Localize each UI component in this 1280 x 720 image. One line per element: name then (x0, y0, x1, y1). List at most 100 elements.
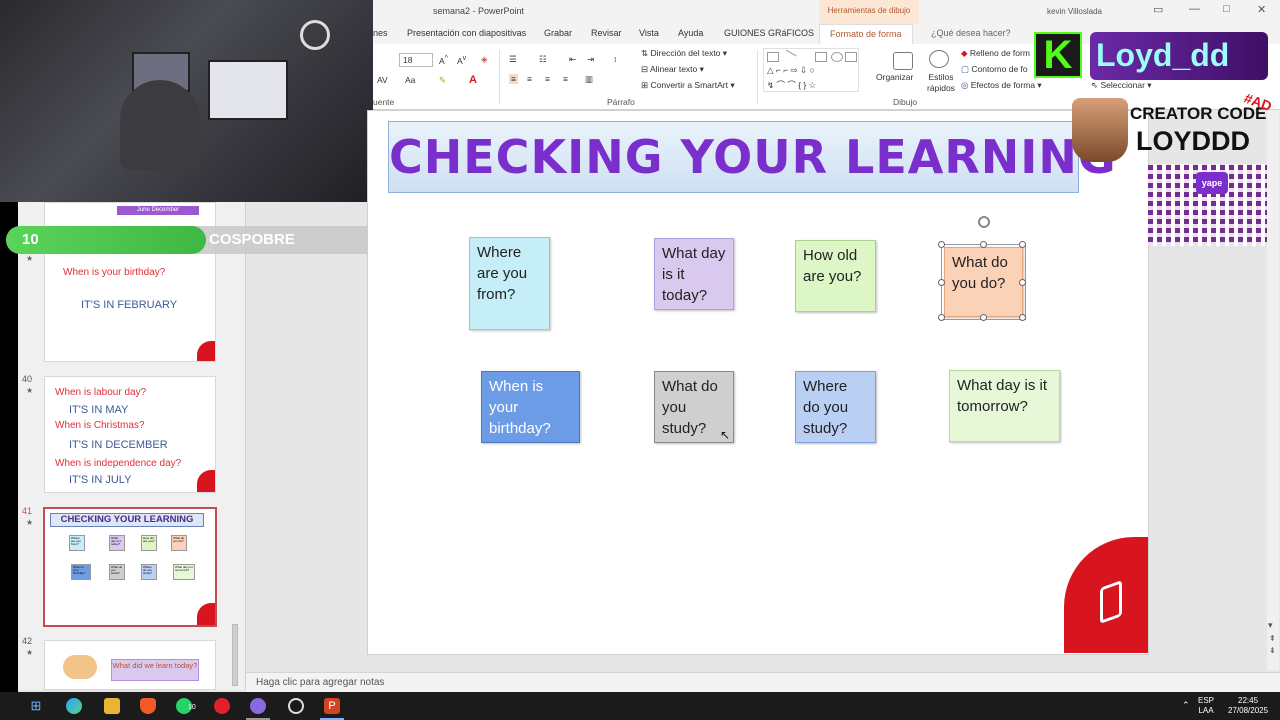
title-bar: semana2 - PowerPoint Herramientas de dib… (373, 0, 1280, 24)
question-box-what-day-tomorrow[interactable]: What day is it tomorrow? (949, 370, 1060, 442)
stream-level: 10 (22, 231, 39, 248)
user-name[interactable]: kevin Villoslada (1047, 7, 1102, 16)
question-box-what-day-today[interactable]: What day is it today? (654, 238, 734, 310)
creator-code-label: CREATOR CODE (1130, 104, 1267, 123)
resize-handle[interactable] (1019, 241, 1026, 248)
shrink-font-icon[interactable]: Av (457, 54, 466, 66)
tray-expand-icon[interactable]: ⌃ (1182, 700, 1190, 710)
clear-format-icon[interactable]: ◈ (481, 54, 488, 65)
thumb-box: When is your birthday? (71, 564, 91, 580)
resize-handle[interactable] (938, 314, 945, 321)
slide-number-41: 41 (22, 506, 33, 516)
discord-icon[interactable] (250, 698, 266, 714)
minimize-icon[interactable]: — (1189, 3, 1200, 15)
slide-thumbnail-42[interactable]: What did we learn today? (44, 640, 216, 690)
font-size-box[interactable]: 18 (399, 53, 433, 67)
file-explorer-icon[interactable] (104, 698, 120, 714)
thumb-panel-scrollbar[interactable] (232, 624, 238, 686)
obs-icon[interactable] (288, 698, 304, 714)
question-box-where-study[interactable]: Where do you study? (795, 371, 876, 443)
columns-icon[interactable]: ▥ (585, 74, 593, 85)
webcam-person (120, 80, 200, 170)
tab-review[interactable]: Revisar (591, 28, 622, 38)
tab-storyboards[interactable]: GUIONES GRáFICOS (724, 28, 814, 38)
indent-icon[interactable]: ⇤ (569, 54, 576, 65)
ribbon-display-icon[interactable]: ▭ (1153, 3, 1163, 16)
windows-start-icon[interactable]: ⊞ (28, 698, 44, 714)
tell-me-search[interactable]: ¿Qué desea hacer? (931, 28, 1011, 38)
highlight-icon[interactable]: ✎ (439, 75, 446, 86)
resize-handle[interactable] (1019, 279, 1026, 286)
question-box-where-from[interactable]: Where are you from? (469, 237, 550, 330)
outdent-icon[interactable]: ⇥ (587, 54, 594, 65)
recording-app-icon[interactable] (214, 698, 230, 714)
notes-pane[interactable]: Haga clic para agregar notas (246, 672, 1280, 692)
clock[interactable]: 22:45 27/08/2025 (1228, 696, 1268, 716)
resize-handle[interactable] (938, 279, 945, 286)
thumb-text: IT'S IN JULY (69, 474, 132, 486)
change-case-icon[interactable]: Aa (405, 75, 415, 85)
tab-record[interactable]: Grabar (544, 28, 572, 38)
tab-view[interactable]: Vista (639, 28, 659, 38)
justify-icon[interactable]: ≡ (563, 74, 568, 84)
resize-handle[interactable] (980, 241, 987, 248)
arrange-button[interactable]: Organizar (876, 72, 913, 82)
qr-badge: yape (1196, 172, 1228, 194)
slide-number-42: 42 (22, 636, 33, 646)
tab-help[interactable]: Ayuda (678, 28, 703, 38)
thumb-title: What did we learn today? (111, 659, 199, 681)
scroll-down-icon[interactable]: ▾ (1268, 620, 1273, 631)
quick-styles-button[interactable]: Estilos rápidos (924, 72, 958, 94)
grow-font-icon[interactable]: A^ (439, 54, 448, 66)
tab-home-partial[interactable]: nes (373, 28, 388, 38)
resize-handle[interactable] (980, 314, 987, 321)
resize-handle[interactable] (938, 241, 945, 248)
slide-thumbnail-41[interactable]: CHECKING YOUR LEARNING Where are you fro… (43, 507, 217, 627)
align-right-icon[interactable]: ≡ (545, 74, 550, 84)
close-icon[interactable]: ✕ (1257, 3, 1266, 16)
numbering-icon[interactable]: ☷ (539, 54, 547, 65)
rotate-handle-icon[interactable] (978, 216, 990, 228)
question-box-how-old[interactable]: How old are you? (795, 240, 876, 312)
prev-slide-icon[interactable]: ⇞ (1269, 634, 1276, 643)
align-left-icon[interactable]: ≡ (509, 74, 518, 84)
powerpoint-icon[interactable]: P (324, 698, 340, 714)
line-spacing-icon[interactable]: ↕ (613, 54, 617, 64)
slide-title-banner[interactable]: CHECKING YOUR LEARNING (388, 121, 1116, 193)
slide-thumbnail-panel[interactable]: June December When is your birthday? IT'… (18, 202, 246, 690)
brave-icon[interactable] (140, 698, 156, 714)
maximize-icon[interactable]: □ (1223, 3, 1230, 15)
tab-slideshow[interactable]: Presentación con diapositivas (407, 28, 526, 38)
resize-handle[interactable] (1019, 314, 1026, 321)
text-direction-button[interactable]: ⇅ Dirección del texto ▾ (641, 48, 727, 59)
char-spacing-icon[interactable]: AV (377, 75, 388, 85)
slide-vertical-scrollbar[interactable]: ▾ ⇞ ⇟ (1267, 110, 1279, 670)
select-button[interactable]: ⇖ Seleccionar ▾ (1091, 80, 1152, 91)
creator-code-value: LOYDDD (1136, 126, 1250, 156)
thumb-kids-image (63, 655, 97, 679)
font-color-icon[interactable]: A (469, 74, 477, 86)
thumb-text: IT'S IN MAY (69, 404, 129, 416)
next-slide-icon[interactable]: ⇟ (1269, 646, 1276, 655)
tab-shape-format[interactable]: Formato de forma (819, 24, 913, 44)
bullets-icon[interactable]: ☰ (509, 54, 517, 65)
align-center-icon[interactable]: ≡ (527, 74, 532, 84)
edge-icon[interactable] (66, 698, 82, 714)
whatsapp-badge: 10 (188, 704, 196, 711)
shape-fill-button[interactable]: ◆ Relleno de form (961, 48, 1030, 59)
stream-level-name: COSPOBRE (209, 231, 295, 248)
shapes-gallery[interactable]: △ ⌐ ⌐ ⇨ ⇩ ○ ↯ ⌒ ⌒ { } ☆ (763, 48, 859, 92)
quick-styles-icon[interactable] (929, 50, 949, 68)
arrange-icon[interactable] (893, 52, 913, 70)
shape-effects-button[interactable]: ◎ Efectos de forma ▾ (961, 80, 1042, 91)
question-box-when-birthday[interactable]: When is your birthday? (481, 371, 580, 443)
align-text-button[interactable]: ⊟ Alinear texto ▾ (641, 64, 704, 75)
thumb-box: What day is it tomorrow? (173, 564, 195, 580)
language-indicator[interactable]: ESP LAA (1198, 696, 1214, 716)
convert-smartart-button[interactable]: ⊞ Convertir a SmartArt ▾ (641, 80, 735, 91)
shape-outline-button[interactable]: ▢ Contorno de fo (961, 64, 1028, 75)
app-window: semana2 - PowerPoint Herramientas de dib… (0, 0, 1280, 720)
mouse-cursor-icon: ↖ (720, 428, 731, 442)
slide-thumbnail-40[interactable]: When is labour day? IT'S IN MAY When is … (44, 376, 216, 493)
group-drawing-label: Dibujo (893, 97, 918, 107)
